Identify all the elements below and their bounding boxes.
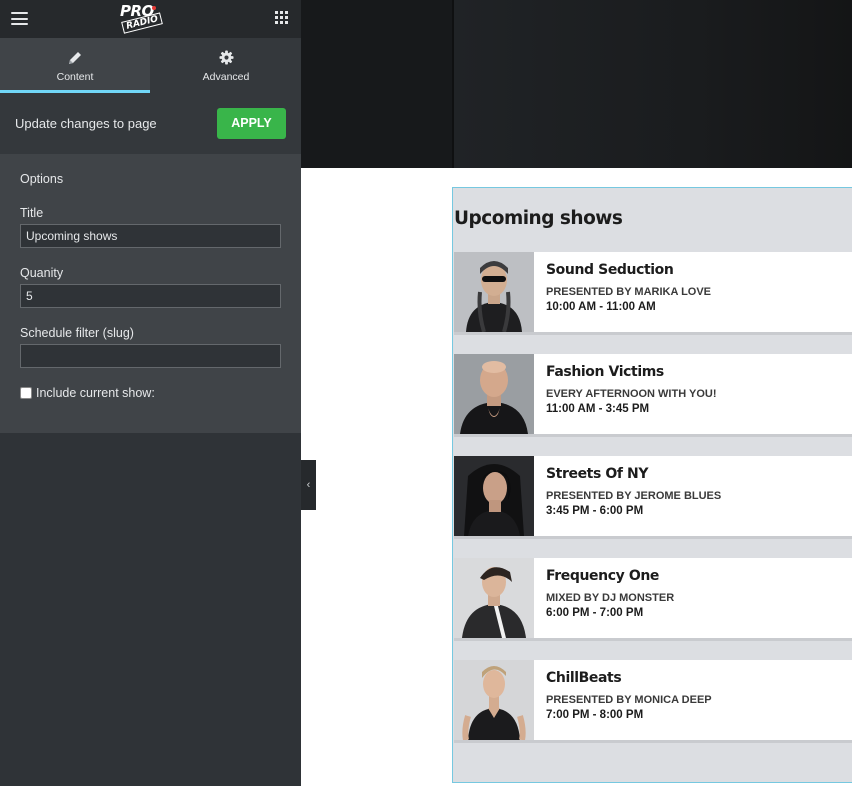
show-item-shadow bbox=[454, 638, 852, 641]
show-item-shadow bbox=[454, 740, 852, 743]
widget-title: Upcoming shows bbox=[454, 208, 623, 229]
show-time: 6:00 PM - 7:00 PM bbox=[546, 607, 644, 619]
quantity-label: Quanity bbox=[20, 266, 64, 280]
update-changes-text: Update changes to page bbox=[15, 116, 157, 131]
show-name: Sound Seduction bbox=[546, 262, 674, 278]
show-time: 11:00 AM - 3:45 PM bbox=[546, 403, 650, 415]
show-thumbnail bbox=[454, 558, 534, 638]
include-current-show-row: Include current show: bbox=[20, 386, 155, 400]
show-time: 10:00 AM - 11:00 AM bbox=[546, 301, 656, 313]
show-item[interactable]: Streets Of NY PRESENTED BY JEROME BLUES … bbox=[454, 456, 852, 539]
apply-button[interactable]: APPLY bbox=[217, 108, 286, 139]
quantity-field[interactable] bbox=[20, 284, 281, 308]
title-field[interactable] bbox=[20, 224, 281, 248]
tab-content-label: Content bbox=[56, 71, 94, 83]
menu-icon[interactable] bbox=[11, 12, 28, 25]
title-label: Title bbox=[20, 206, 44, 220]
pro-radio-logo: PRO RADIO bbox=[118, 2, 164, 36]
show-item[interactable]: Sound Seduction PRESENTED BY MARIKA LOVE… bbox=[454, 252, 852, 335]
show-time: 7:00 PM - 8:00 PM bbox=[546, 709, 644, 721]
pencil-icon bbox=[0, 50, 150, 66]
show-name: Streets Of NY bbox=[546, 466, 649, 482]
hero-image bbox=[454, 0, 852, 168]
show-host: EVERY AFTERNOON WITH YOU! bbox=[546, 388, 717, 400]
show-item[interactable]: Frequency One MIXED BY DJ MONSTER 6:00 P… bbox=[454, 558, 852, 641]
show-item[interactable]: Fashion Victims EVERY AFTERNOON WITH YOU… bbox=[454, 354, 852, 437]
show-host: PRESENTED BY MONICA DEEP bbox=[546, 694, 712, 706]
options-section: Options Title Quanity Schedule filter (s… bbox=[0, 154, 301, 433]
show-item-shadow bbox=[454, 536, 852, 539]
hero-banner bbox=[301, 0, 852, 168]
show-thumbnail bbox=[454, 660, 534, 740]
include-current-show-checkbox[interactable] bbox=[20, 387, 32, 399]
tab-advanced-label: Advanced bbox=[202, 71, 250, 83]
show-thumbnail bbox=[454, 354, 534, 434]
update-changes-row: Update changes to page APPLY bbox=[0, 93, 301, 154]
show-host: PRESENTED BY MARIKA LOVE bbox=[546, 286, 712, 298]
tab-content[interactable]: Content bbox=[0, 38, 150, 93]
show-name: Frequency One bbox=[546, 568, 659, 584]
upcoming-shows-widget[interactable]: Upcoming shows Sound Seduction PRESENTED… bbox=[452, 187, 852, 783]
collapse-panel-button[interactable]: ‹ bbox=[301, 460, 316, 510]
options-section-title[interactable]: Options bbox=[20, 172, 63, 186]
show-item-shadow bbox=[454, 434, 852, 437]
show-name: ChillBeats bbox=[546, 670, 622, 686]
show-host: PRESENTED BY JEROME BLUES bbox=[546, 490, 722, 502]
show-host: MIXED BY DJ MONSTER bbox=[546, 592, 675, 604]
show-thumbnail bbox=[454, 456, 534, 536]
editor-panel: PRO RADIO Content Advanced Update change… bbox=[0, 0, 301, 786]
editor-tabs: Content Advanced bbox=[0, 38, 301, 93]
schedule-filter-label: Schedule filter (slug) bbox=[20, 326, 134, 340]
show-name: Fashion Victims bbox=[546, 364, 664, 380]
tab-advanced[interactable]: Advanced bbox=[151, 38, 301, 93]
show-item-shadow bbox=[454, 332, 852, 335]
gear-icon bbox=[151, 50, 301, 66]
apps-grid-icon[interactable] bbox=[275, 11, 288, 24]
editor-topbar: PRO RADIO bbox=[0, 0, 301, 38]
show-item[interactable]: ChillBeats PRESENTED BY MONICA DEEP 7:00… bbox=[454, 660, 852, 743]
show-time: 3:45 PM - 6:00 PM bbox=[546, 505, 644, 517]
schedule-filter-field[interactable] bbox=[20, 344, 281, 368]
include-current-show-label: Include current show: bbox=[36, 386, 155, 400]
show-thumbnail bbox=[454, 252, 534, 332]
